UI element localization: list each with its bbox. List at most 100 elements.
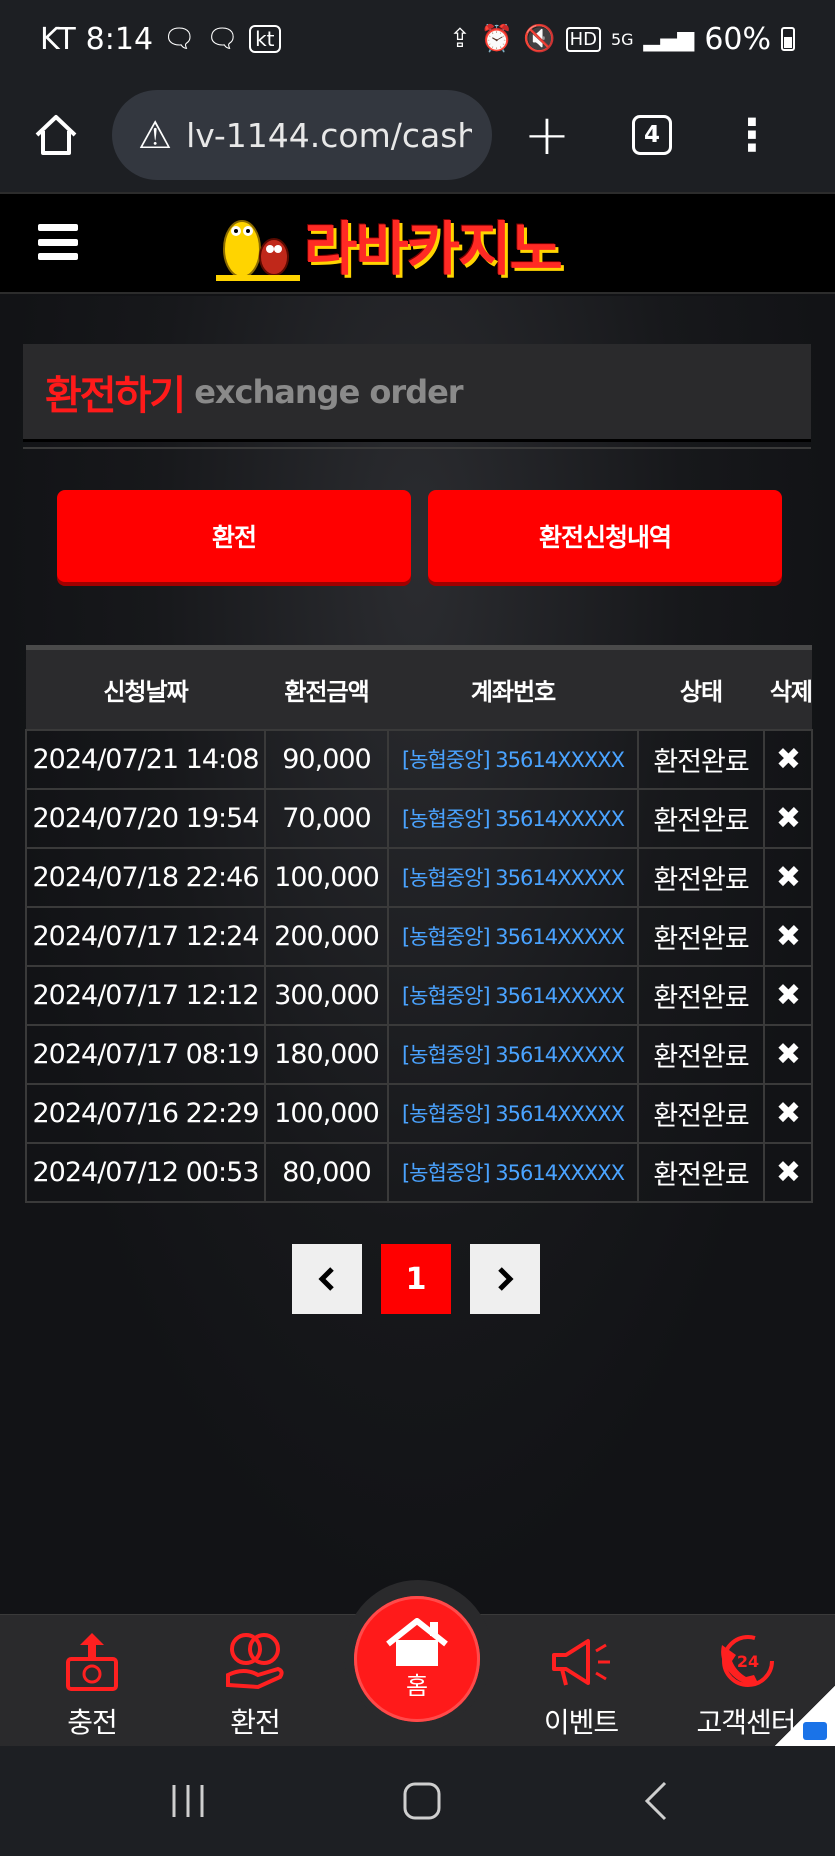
table-row: 2024/07/17 12:24 200,000 [농협중앙] 35614XXX… — [25, 905, 813, 967]
deposit-box-icon — [66, 1633, 118, 1691]
browser-home-button[interactable] — [0, 78, 112, 192]
close-icon: ✖ — [775, 741, 801, 777]
delete-row-button[interactable]: ✖ — [763, 787, 813, 849]
system-navigation-bar — [0, 1746, 835, 1856]
page-title-panel: 환전하기 exchange order — [23, 344, 811, 442]
delete-row-button[interactable]: ✖ — [763, 846, 813, 908]
close-icon: ✖ — [775, 859, 801, 895]
cell-amount: 80,000 — [264, 1141, 389, 1203]
table-row: 2024/07/20 19:54 70,000 [농협중앙] 35614XXXX… — [25, 787, 813, 849]
cell-account: [농협중앙] 35614XXXXX — [387, 1141, 639, 1203]
next-page-button[interactable] — [470, 1244, 540, 1314]
upload-icon: ⇪ — [449, 24, 471, 54]
system-home-icon — [403, 1782, 441, 1820]
delete-row-button[interactable]: ✖ — [763, 905, 813, 967]
back-icon — [644, 1781, 667, 1821]
cell-status: 환전완료 — [637, 905, 765, 967]
cell-amount: 300,000 — [264, 964, 389, 1026]
table-row: 2024/07/12 00:53 80,000 [농협중앙] 35614XXXX… — [25, 1141, 813, 1203]
cell-status: 환전완료 — [637, 728, 765, 790]
cell-account: [농협중앙] 35614XXXXX — [387, 1023, 639, 1085]
cell-date: 2024/07/16 22:29 — [25, 1082, 266, 1144]
battery-icon — [781, 27, 795, 51]
kt-badge: kt — [249, 25, 281, 53]
home-icon — [35, 115, 77, 155]
chat-bubble-icon-2: 🗨 — [206, 24, 240, 54]
cell-account: [농협중앙] 35614XXXXX — [387, 964, 639, 1026]
prev-page-button[interactable] — [292, 1244, 362, 1314]
cell-status: 환전완료 — [637, 1141, 765, 1203]
site-logo[interactable]: 라바카지노 — [212, 204, 624, 284]
site-header: 라바카지노 — [0, 192, 835, 294]
carrier-label: KT — [40, 21, 76, 57]
alarm-icon: ⏰ — [480, 24, 514, 54]
close-icon: ✖ — [775, 918, 801, 954]
nav-charge[interactable]: 충전 — [22, 1615, 162, 1747]
col-header-delete: 삭제 — [764, 645, 813, 730]
recent-apps-button[interactable] — [128, 1746, 248, 1856]
col-header-amount: 환전금액 — [265, 645, 388, 730]
clock: 8:14 — [85, 21, 154, 57]
delete-row-button[interactable]: ✖ — [763, 1082, 813, 1144]
browser-menu-button[interactable]: ⋮ — [702, 78, 802, 192]
phone-24-icon: 24 — [721, 1635, 774, 1687]
hamburger-menu-icon[interactable] — [38, 224, 78, 260]
url-text: lv-1144.com/cash — [186, 115, 472, 155]
plus-icon: + — [523, 102, 571, 168]
cell-amount: 100,000 — [264, 1082, 389, 1144]
cell-amount: 100,000 — [264, 846, 389, 908]
cell-date: 2024/07/20 19:54 — [25, 787, 266, 849]
close-icon: ✖ — [775, 1095, 801, 1131]
nav-exchange[interactable]: 환전 — [185, 1615, 325, 1747]
warning-icon: ⚠ — [138, 113, 173, 157]
table-header-row: 신청날짜 환전금액 계좌번호 상태 삭제 — [26, 645, 813, 730]
nav-charge-label: 충전 — [67, 1706, 118, 1739]
nav-home-button[interactable]: 홈 — [354, 1596, 480, 1722]
pagination: 1 — [292, 1244, 540, 1314]
table-row: 2024/07/21 14:08 90,000 [농협중앙] 35614XXXX… — [25, 728, 813, 790]
col-header-date: 신청날짜 — [26, 645, 265, 730]
close-icon: ✖ — [775, 977, 801, 1013]
cell-status: 환전완료 — [637, 964, 765, 1026]
system-home-button[interactable] — [362, 1746, 482, 1856]
cell-status: 환전완료 — [637, 787, 765, 849]
close-icon: ✖ — [775, 1036, 801, 1072]
nav-event[interactable]: 이벤트 — [511, 1615, 651, 1747]
address-bar[interactable]: ⚠ lv-1144.com/cash — [112, 90, 492, 180]
cell-status: 환전완료 — [637, 1023, 765, 1085]
nav-home-label: 홈 — [405, 1671, 429, 1700]
megaphone-icon — [552, 1639, 610, 1686]
cell-date: 2024/07/21 14:08 — [25, 728, 266, 790]
delete-row-button[interactable]: ✖ — [763, 1141, 813, 1203]
status-bar: KT 8:14 🗨 🗨 kt ⇪ ⏰ 🔇 HD 5G ▂▄▆ 60% — [0, 0, 835, 78]
page-number-current[interactable]: 1 — [381, 1244, 451, 1314]
cell-account: [농협중앙] 35614XXXXX — [387, 728, 639, 790]
cell-amount: 200,000 — [264, 905, 389, 967]
recent-apps-icon — [172, 1785, 204, 1817]
browser-toolbar: ⚠ lv-1144.com/cash + 4 ⋮ — [0, 78, 835, 192]
system-back-button[interactable] — [596, 1746, 716, 1856]
svg-text:24: 24 — [737, 1652, 759, 1671]
new-tab-button[interactable]: + — [492, 78, 602, 192]
exchange-history-table: 신청날짜 환전금액 계좌번호 상태 삭제 2024/07/21 14:08 90… — [25, 645, 813, 1203]
table-row: 2024/07/17 12:12 300,000 [농협중앙] 35614XXX… — [25, 964, 813, 1026]
close-icon: ✖ — [775, 800, 801, 836]
nav-exchange-label: 환전 — [230, 1706, 281, 1739]
cell-amount: 90,000 — [264, 728, 389, 790]
cell-account: [농협중앙] 35614XXXXX — [387, 905, 639, 967]
delete-row-button[interactable]: ✖ — [763, 728, 813, 790]
delete-row-button[interactable]: ✖ — [763, 1023, 813, 1085]
exchange-history-button[interactable]: 환전신청내역 — [428, 490, 782, 582]
divider — [23, 447, 811, 449]
nav-event-label: 이벤트 — [543, 1706, 619, 1739]
signal-icon: ▂▄▆ — [643, 26, 695, 52]
tab-switcher-button[interactable]: 4 — [602, 78, 702, 192]
cell-status: 환전완료 — [637, 1082, 765, 1144]
page-subtitle: exchange order — [194, 372, 463, 411]
cell-account: [농협중앙] 35614XXXXX — [387, 787, 639, 849]
col-header-status: 상태 — [638, 645, 764, 730]
table-row: 2024/07/18 22:46 100,000 [농협중앙] 35614XXX… — [25, 846, 813, 908]
delete-row-button[interactable]: ✖ — [763, 964, 813, 1026]
exchange-button[interactable]: 환전 — [57, 490, 411, 582]
battery-percent: 60% — [704, 21, 771, 57]
